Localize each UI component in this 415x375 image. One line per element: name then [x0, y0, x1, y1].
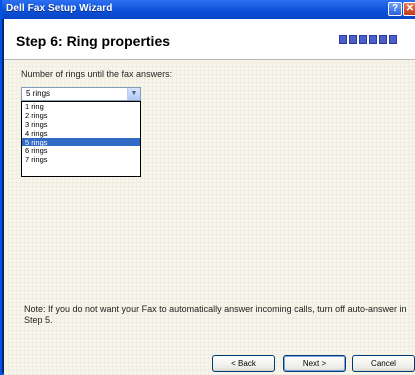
- title-bar[interactable]: Dell Fax Setup Wizard ? ✕: [2, 0, 415, 19]
- progress-indicator: [339, 35, 397, 44]
- auto-answer-note: Note: If you do not want your Fax to aut…: [24, 304, 407, 325]
- back-button[interactable]: < Back: [212, 355, 275, 372]
- rings-label: Number of rings until the fax answers:: [21, 69, 173, 79]
- cancel-button[interactable]: Cancel: [352, 355, 415, 372]
- wizard-content: Number of rings until the fax answers: 5…: [4, 60, 415, 375]
- rings-select-value: 5 rings: [26, 89, 51, 98]
- rings-option-7[interactable]: 7 rings: [22, 155, 140, 164]
- wizard-window: Dell Fax Setup Wizard ? ✕ Step 6: Ring p…: [0, 0, 415, 375]
- step-title: Step 6: Ring properties: [16, 33, 171, 49]
- rings-option-4[interactable]: 4 rings: [22, 129, 140, 138]
- progress-segment: [379, 35, 387, 44]
- progress-segment: [389, 35, 397, 44]
- rings-option-2[interactable]: 2 rings: [22, 111, 140, 120]
- chevron-down-icon[interactable]: ▼: [127, 88, 140, 100]
- rings-option-5[interactable]: 5 rings: [22, 137, 140, 147]
- window-title: Dell Fax Setup Wizard: [6, 3, 113, 14]
- progress-segment: [359, 35, 367, 44]
- rings-select[interactable]: 5 rings ▼: [21, 87, 141, 101]
- progress-segment: [349, 35, 357, 44]
- next-button[interactable]: Next >: [283, 355, 346, 372]
- close-button[interactable]: ✕: [403, 2, 415, 16]
- rings-option-1[interactable]: 1 ring: [22, 102, 140, 111]
- progress-segment: [339, 35, 347, 44]
- rings-option-6[interactable]: 6 rings: [22, 146, 140, 156]
- wizard-header: Step 6: Ring properties: [4, 19, 415, 60]
- rings-option-3[interactable]: 3 rings: [22, 120, 140, 129]
- help-button[interactable]: ?: [388, 2, 402, 16]
- progress-segment: [369, 35, 377, 44]
- rings-dropdown-list[interactable]: 1 ring 2 rings 3 rings 4 rings 5 rings 6…: [21, 101, 141, 177]
